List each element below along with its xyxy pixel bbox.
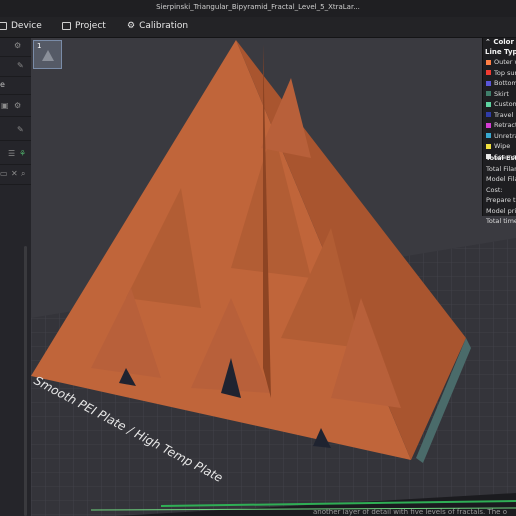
legend-item-label: Travel (494, 110, 514, 119)
sidebar-row-edit[interactable]: ✎ (0, 58, 31, 77)
legend-item[interactable]: Retract (486, 121, 516, 129)
tab-device-label: Device (11, 21, 42, 31)
edit-icon-2[interactable]: ✎ (17, 125, 24, 134)
project-icon (62, 22, 71, 30)
legend-header[interactable]: ⌃ Color (485, 38, 514, 46)
legend-title: Line Type (485, 48, 516, 56)
device-icon (0, 22, 7, 30)
tab-device[interactable]: Device (0, 21, 42, 31)
sidebar-row-partial[interactable]: e (0, 76, 31, 95)
legend-item[interactable]: Wipe (486, 142, 510, 150)
legend-swatch (486, 122, 491, 128)
sidebar-row-filament[interactable]: ▣ ⚙ (0, 98, 31, 117)
sidebar-scrollbar[interactable] (24, 246, 27, 516)
legend-swatch (486, 91, 491, 96)
estimate-line: Model Fila (486, 175, 516, 183)
legend-item-label: Unretra (494, 131, 516, 140)
tree-icon[interactable]: ⚘ (19, 149, 26, 158)
legend-header-label: Color (493, 38, 514, 46)
legend-item-label: Wipe (494, 142, 511, 150)
edit-icon[interactable]: ✎ (17, 61, 24, 70)
legend-item-label: Retract (494, 121, 516, 129)
gear-icon[interactable]: ⚙ (14, 41, 21, 50)
legend-item[interactable]: Travel (486, 111, 513, 119)
collapse-icon[interactable]: ⌃ (485, 38, 491, 46)
filament-icon[interactable]: ▣ (1, 101, 9, 110)
left-sidebar: ⚙ ✎ e ▣ ⚙ ✎ ☰ ⚘ ▭ ✕ ⌕ (0, 38, 32, 516)
legend-item[interactable]: Top sur (486, 69, 516, 77)
plate-thumbnail-model (42, 50, 54, 61)
legend-swatch (486, 143, 491, 149)
legend-item[interactable]: Custom (486, 100, 516, 108)
tab-project[interactable]: Project (62, 21, 106, 31)
save-icon[interactable]: ▭ (0, 169, 8, 178)
estimate-line: Total time (486, 217, 516, 225)
scene-canvas: Smooth PEI Plate / High Temp Plate anoth… (31, 40, 516, 516)
legend-item[interactable]: Skirt (486, 90, 509, 98)
sidebar-partial-label: e (0, 80, 5, 89)
legend-swatch (486, 101, 491, 107)
plate-number: 1 (37, 42, 42, 50)
sidebar-row-edit-2[interactable]: ✎ (0, 122, 31, 141)
settings-icon[interactable]: ⚙ (14, 101, 21, 110)
top-toolbar: Device Project ⚙ Calibration (0, 17, 516, 38)
legend-item-label: Outer w (494, 58, 516, 66)
tab-calibration-label: Calibration (139, 21, 189, 31)
legend-swatch (486, 70, 491, 75)
legend-item[interactable]: Bottom (486, 79, 516, 87)
sidebar-row-search[interactable]: ▭ ✕ ⌕ (0, 166, 31, 185)
close-icon[interactable]: ✕ (11, 169, 18, 178)
title-bar: Sierpinski_Triangular_Bipyramid_Fractal_… (0, 0, 516, 17)
legend-item-label: Custom (494, 100, 516, 108)
legend-swatch (486, 133, 491, 138)
legend-swatch (486, 80, 491, 86)
3d-viewport[interactable]: Smooth PEI Plate / High Temp Plate anoth… (31, 38, 516, 516)
legend-item-label: Top sur (494, 68, 516, 77)
legend-swatch (486, 59, 491, 65)
sidebar-row-printer[interactable]: ⚙ (0, 38, 31, 57)
estimate-line: Prepare ti (486, 196, 516, 204)
legend-item-label: Bottom (494, 79, 516, 87)
plate-thumbnail[interactable]: 1 (33, 40, 62, 69)
list-icon[interactable]: ☰ (8, 149, 15, 158)
model-description-text: another layer of detail with five levels… (313, 508, 507, 516)
estimate-line: Model prin (486, 206, 516, 215)
legend-item[interactable]: Outer w (486, 58, 516, 66)
calibration-icon: ⚙ (127, 21, 136, 31)
legend-panel: ⌃ Color Line Type Outer w Top sur Bottom Sk… (482, 38, 516, 225)
legend-item-label: Skirt (494, 89, 509, 98)
estimate-title: Total Esti (486, 154, 516, 162)
tab-calibration[interactable]: ⚙ Calibration (127, 21, 188, 31)
estimate-line: Cost: (486, 185, 503, 194)
tab-project-label: Project (75, 21, 106, 31)
sidebar-row-view[interactable]: ☰ ⚘ (0, 146, 31, 165)
window-title: Sierpinski_Triangular_Bipyramid_Fractal_… (156, 3, 360, 11)
legend-item[interactable]: Unretra (486, 132, 516, 140)
estimate-line: Total Filar (486, 164, 516, 173)
search-icon[interactable]: ⌕ (21, 169, 25, 179)
legend-swatch (486, 112, 491, 117)
